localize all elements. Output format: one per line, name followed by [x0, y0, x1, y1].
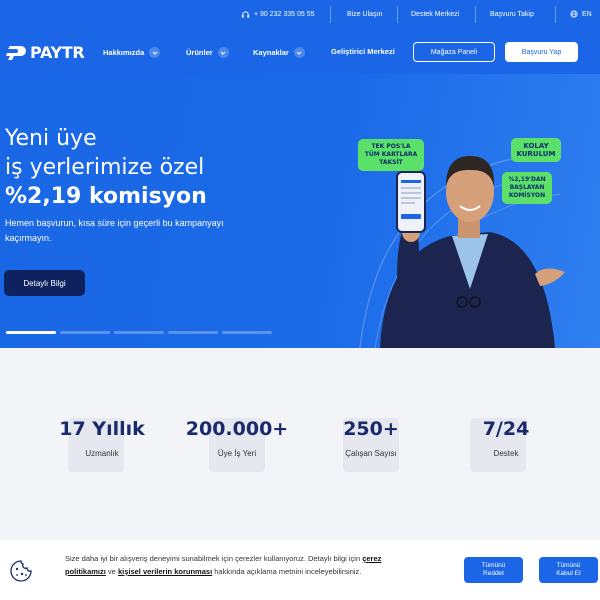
hero-subtitle: Hemen başvurun, kısa süre için geçerli b…: [5, 218, 224, 243]
application-track-link[interactable]: Başvuru Takip: [490, 11, 534, 18]
stat-support: 7/24 Destek: [446, 418, 566, 472]
hero-title-line: Yeni üye: [5, 126, 97, 151]
chevron-down-icon: [149, 47, 161, 58]
stat-label: Uzmanlık: [85, 449, 119, 458]
paytr-logo[interactable]: PAYTR: [5, 43, 85, 62]
reject-all-label: Tümünü Reddet: [481, 562, 506, 577]
globe-icon: [570, 10, 578, 18]
statistics-section: 17 Yıllık Uzmanlık 200.000+ Üye İş Yeri …: [0, 348, 600, 540]
divider: [397, 6, 398, 23]
stat-value: 200.000+: [185, 418, 289, 440]
divider: [475, 6, 476, 23]
chevron-down-icon: [217, 47, 229, 58]
phone-number: + 90 232 335 05 55: [254, 11, 315, 18]
logo-icon: [6, 45, 26, 60]
nav-item-label: Hakkımızda: [103, 48, 145, 57]
cookie-text: Size daha iyi bir alışveriş deneyimi sun…: [65, 554, 363, 563]
slide-indicator[interactable]: [168, 331, 218, 334]
divider: [555, 6, 556, 23]
slide-indicator[interactable]: [60, 331, 110, 334]
phone-contact[interactable]: + 90 232 335 05 55: [241, 10, 315, 19]
nav-item-about[interactable]: Hakkımızda: [103, 47, 161, 58]
top-utility-bar: + 90 232 335 05 55 Bize Ulaşın Destek Me…: [0, 0, 600, 30]
promo-bubble-commission: %2,19'DAN BAŞLAYAN KOMİSYON: [502, 172, 552, 204]
apply-button[interactable]: Başvuru Yap: [505, 42, 578, 62]
nav-item-products[interactable]: Ürünler: [186, 47, 229, 58]
divider: [330, 6, 331, 23]
language-switch[interactable]: EN: [570, 10, 592, 18]
cookie-banner: Size daha iyi bir alışveriş deneyimi sun…: [0, 540, 600, 600]
promo-bubble-easy-setup: KOLAY KURULUM: [511, 138, 561, 162]
stat-value: 250+: [343, 418, 399, 440]
cookie-message: Size daha iyi bir alışveriş deneyimi sun…: [65, 552, 405, 578]
hero-title-line: iş yerlerimize özel: [5, 155, 205, 180]
details-button[interactable]: Detaylı Bilgi: [4, 270, 85, 296]
hero-banner: Yeni üye iş yerlerimize özel %2,19 komis…: [0, 74, 600, 348]
slide-indicator[interactable]: [222, 331, 272, 334]
stat-experience: 17 Yıllık Uzmanlık: [42, 418, 162, 472]
contact-link[interactable]: Bize Ulaşın: [347, 11, 382, 18]
logo-text: PAYTR: [30, 43, 85, 62]
language-label: EN: [582, 10, 592, 18]
hero-illustration: TEK POS'LA TÜM KARTLARA TAKSİT KOLAY KUR…: [340, 114, 600, 348]
stat-label: Çalışan Sayısı: [345, 449, 397, 458]
stat-label: Üye İş Yeri: [217, 449, 257, 458]
hero-title: Yeni üye iş yerlerimize özel %2,19 komis…: [5, 124, 207, 211]
data-protection-link[interactable]: kişisel verilerin korunması: [118, 567, 212, 576]
nav-item-resources[interactable]: Kaynaklar: [253, 47, 305, 58]
reject-all-button[interactable]: Tümünü Reddet: [464, 557, 523, 583]
chevron-down-icon: [293, 47, 305, 58]
stat-value: 7/24: [482, 418, 530, 440]
slide-indicator[interactable]: [6, 331, 56, 334]
stat-label: Destek: [493, 449, 519, 458]
stat-merchants: 200.000+ Üye İş Yeri: [177, 418, 297, 472]
headset-icon: [241, 11, 250, 18]
main-navigation: PAYTR Hakkımızda Ürünler Kaynaklar Geliş…: [0, 30, 600, 74]
slide-indicator[interactable]: [114, 331, 164, 334]
nav-item-label: Kaynaklar: [253, 48, 289, 57]
cookie-text: hakkında açıklama metnini inceleyebilirs…: [212, 567, 362, 576]
promo-bubble-installments: TEK POS'LA TÜM KARTLARA TAKSİT: [358, 139, 424, 171]
cookie-icon: [10, 560, 32, 582]
accept-all-button[interactable]: Tümünü Kabul Et: [539, 557, 598, 583]
support-center-link[interactable]: Destek Merkezi: [411, 11, 459, 18]
store-panel-button[interactable]: Mağaza Paneli: [413, 42, 495, 62]
nav-item-label: Geliştirici Merkezi: [331, 47, 395, 56]
nav-item-developer-center[interactable]: Geliştirici Merkezi: [331, 47, 395, 56]
hero-title-highlight: %2,19 komisyon: [5, 184, 207, 209]
nav-item-label: Ürünler: [186, 48, 213, 57]
cookie-text: ve: [105, 567, 118, 576]
accept-all-label: Tümünü Kabul Et: [556, 562, 581, 577]
stat-employees: 250+ Çalışan Sayısı: [311, 418, 431, 472]
slider-indicators: [6, 331, 272, 334]
stat-value: 17 Yıllık: [59, 418, 145, 440]
